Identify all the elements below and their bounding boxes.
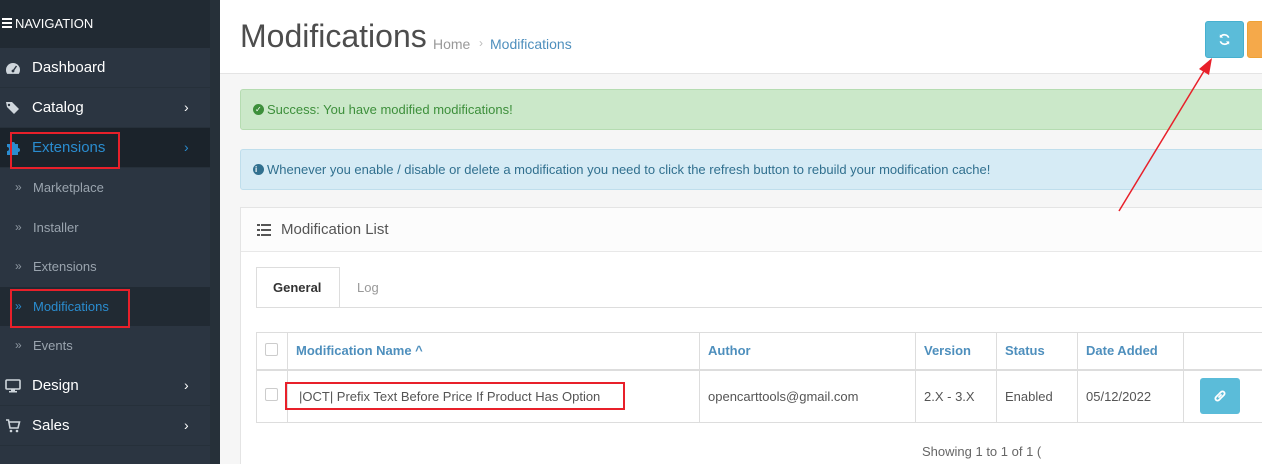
- tabs-divider: [256, 307, 1262, 308]
- double-chevron-icon: »: [15, 338, 22, 352]
- select-all-cell: [256, 332, 288, 371]
- tab-log[interactable]: Log: [357, 267, 379, 307]
- info-alert-text: Whenever you enable / disable or delete …: [267, 162, 991, 177]
- sidebar-subitem-label: Modifications: [33, 298, 109, 314]
- row-checkbox[interactable]: [265, 388, 278, 402]
- cell-status: Enabled: [996, 369, 1078, 423]
- sidebar-subitem-marketplace[interactable]: » Marketplace: [0, 168, 220, 208]
- modification-list-panel: Modification List General Log Modificati…: [240, 207, 1262, 464]
- refresh-icon: [1219, 33, 1230, 46]
- cell-action: [1183, 369, 1262, 423]
- sidebar-item-sales[interactable]: Sales ›: [0, 406, 220, 446]
- modification-name: |OCT| Prefix Text Before Price If Produc…: [299, 388, 601, 404]
- column-header-status[interactable]: Status: [996, 332, 1078, 371]
- double-chevron-icon: »: [15, 180, 22, 194]
- column-header-action: [1183, 332, 1262, 371]
- sidebar-subitem-label: Extensions: [33, 259, 97, 274]
- tab-general[interactable]: General: [256, 267, 340, 308]
- panel-title: Modification List: [281, 221, 389, 238]
- panel-heading: Modification List: [241, 208, 1262, 252]
- sidebar-subitem-events[interactable]: » Events: [0, 326, 220, 366]
- info-alert: i Whenever you enable / disable or delete…: [240, 149, 1262, 190]
- sidebar-subitem-label: Marketplace: [33, 180, 104, 195]
- column-header-author[interactable]: Author: [699, 332, 916, 371]
- cell-name: |OCT| Prefix Text Before Price If Produc…: [287, 369, 700, 423]
- sidebar-subitem-label: Installer: [33, 219, 79, 235]
- sidebar-item-label: Sales: [32, 416, 70, 434]
- success-alert: ✓ Success: You have modified modification…: [240, 89, 1262, 130]
- success-alert-text: Success: You have modified modifications…: [267, 102, 513, 117]
- column-header-version[interactable]: Version: [915, 332, 997, 371]
- main-content: Modifications Home › Modifications ✓ Succ…: [220, 0, 1262, 464]
- sidebar-item-label: Dashboard: [32, 59, 106, 76]
- row-select-cell: [256, 369, 288, 423]
- chevron-right-icon: ›: [184, 99, 189, 115]
- cell-date-added: 05/12/2022: [1077, 369, 1184, 423]
- cart-icon: [6, 418, 21, 432]
- column-header-date-added[interactable]: Date Added: [1077, 332, 1184, 371]
- double-chevron-icon: »: [15, 219, 22, 234]
- navigation-heading-label: NAVIGATION: [15, 16, 94, 31]
- sidebar-item-label: Catalog: [32, 99, 84, 116]
- breadcrumb-home[interactable]: Home: [433, 36, 470, 52]
- pagination-summary: Showing 1 to 1 of 1 (: [922, 444, 1042, 459]
- cell-version: 2.X - 3.X: [915, 369, 997, 423]
- dashboard-icon: [6, 63, 20, 74]
- sidebar-item-design[interactable]: Design ›: [0, 366, 220, 406]
- breadcrumb-separator: ›: [479, 36, 483, 50]
- info-circle-icon: i: [253, 164, 264, 175]
- sidebar-subitem-extensions[interactable]: » Extensions: [0, 247, 220, 287]
- sidebar-item-label: Design: [32, 376, 79, 394]
- sidebar-item-dashboard[interactable]: Dashboard: [0, 48, 220, 88]
- sidebar-subitem-label: Events: [33, 338, 73, 353]
- double-chevron-icon: »: [15, 298, 22, 313]
- double-chevron-icon: »: [15, 259, 22, 273]
- table-header-row: Modification Name ^ Author Version Statu…: [256, 332, 1262, 371]
- sidebar-item-extensions[interactable]: Extensions ›: [0, 128, 220, 168]
- sidebar-divider: [210, 0, 220, 464]
- chevron-right-icon: ›: [184, 376, 189, 393]
- modifications-table: Modification Name ^ Author Version Statu…: [256, 332, 1262, 423]
- link-button[interactable]: [1200, 378, 1240, 415]
- clear-button[interactable]: [1247, 21, 1262, 58]
- breadcrumb-current[interactable]: Modifications: [490, 36, 572, 52]
- chevron-right-icon: ›: [184, 139, 189, 155]
- sidebar: NAVIGATION Dashboard Catalog › Extension…: [0, 0, 220, 464]
- page-header: Modifications Home › Modifications: [220, 0, 1262, 74]
- table-row: |OCT| Prefix Text Before Price If Produc…: [256, 369, 1262, 423]
- chevron-right-icon: ›: [184, 416, 189, 433]
- desktop-icon: [5, 378, 21, 392]
- list-icon: [257, 224, 271, 236]
- check-circle-icon: ✓: [253, 104, 264, 115]
- sidebar-subitem-modifications[interactable]: » Modifications: [0, 286, 220, 326]
- sidebar-item-catalog[interactable]: Catalog ›: [0, 88, 220, 128]
- cell-author: opencarttools@gmail.com: [699, 369, 916, 423]
- select-all-checkbox[interactable]: [265, 342, 278, 356]
- tags-icon: [6, 102, 19, 114]
- refresh-button[interactable]: [1205, 21, 1244, 58]
- hamburger-icon[interactable]: [2, 16, 12, 30]
- column-header-name[interactable]: Modification Name ^: [287, 332, 700, 371]
- sidebar-subitem-installer[interactable]: » Installer: [0, 207, 220, 247]
- navigation-heading[interactable]: NAVIGATION: [0, 0, 220, 48]
- puzzle-icon: [7, 142, 20, 155]
- link-icon: [1214, 390, 1226, 402]
- page-title: Modifications: [240, 18, 427, 54]
- sidebar-item-label: Extensions: [32, 139, 106, 156]
